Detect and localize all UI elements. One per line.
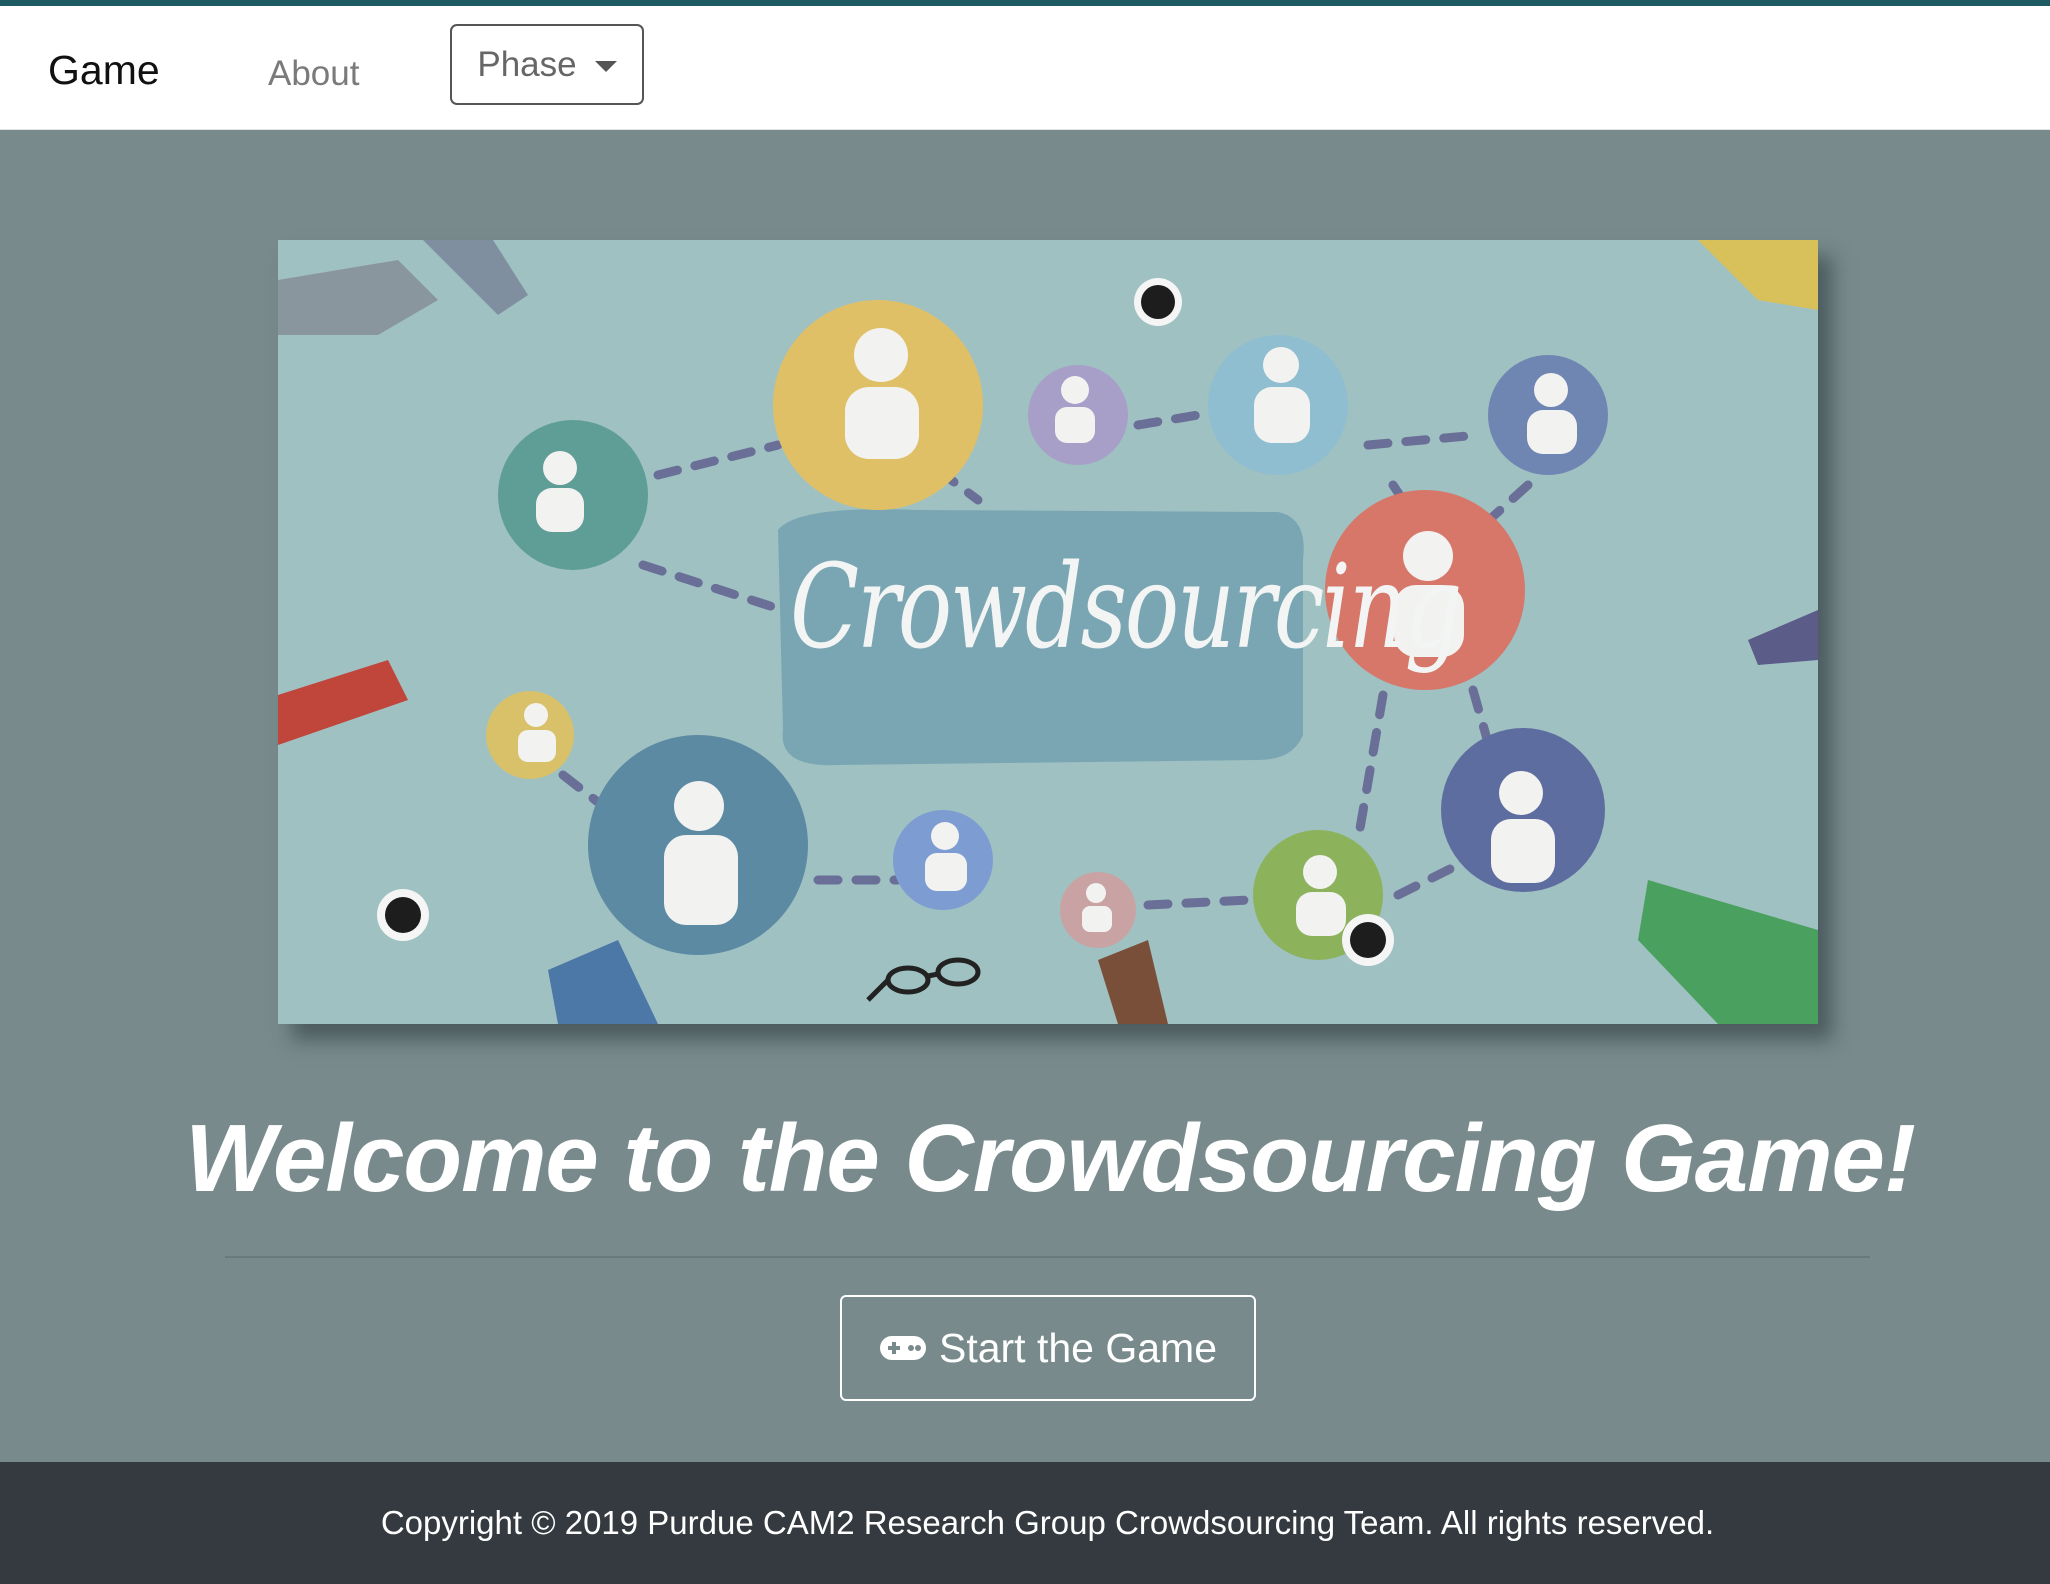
nav-about-link[interactable]: About <box>268 46 359 102</box>
caret-down-icon <box>594 61 617 72</box>
hero-image: Crowdsourcing <box>278 240 1818 1024</box>
divider <box>225 1256 1870 1258</box>
navbar: Game About Phase <box>0 6 2050 130</box>
hero-word: Crowdsourcing <box>790 540 1462 675</box>
phase-dropdown[interactable]: Phase <box>450 24 644 105</box>
welcome-title: Welcome to the Crowdsourcing Game! <box>185 1105 1916 1212</box>
footer: Copyright © 2019 Purdue CAM2 Research Gr… <box>0 1462 2050 1584</box>
brand-link[interactable]: Game <box>48 42 160 98</box>
start-game-button[interactable]: Start the Game <box>840 1295 1256 1401</box>
start-game-label: Start the Game <box>938 1324 1217 1371</box>
copyright-text: Copyright © 2019 Purdue CAM2 Research Gr… <box>380 1504 1715 1541</box>
gamepad-icon <box>879 1333 927 1363</box>
phase-dropdown-label: Phase <box>477 44 577 84</box>
